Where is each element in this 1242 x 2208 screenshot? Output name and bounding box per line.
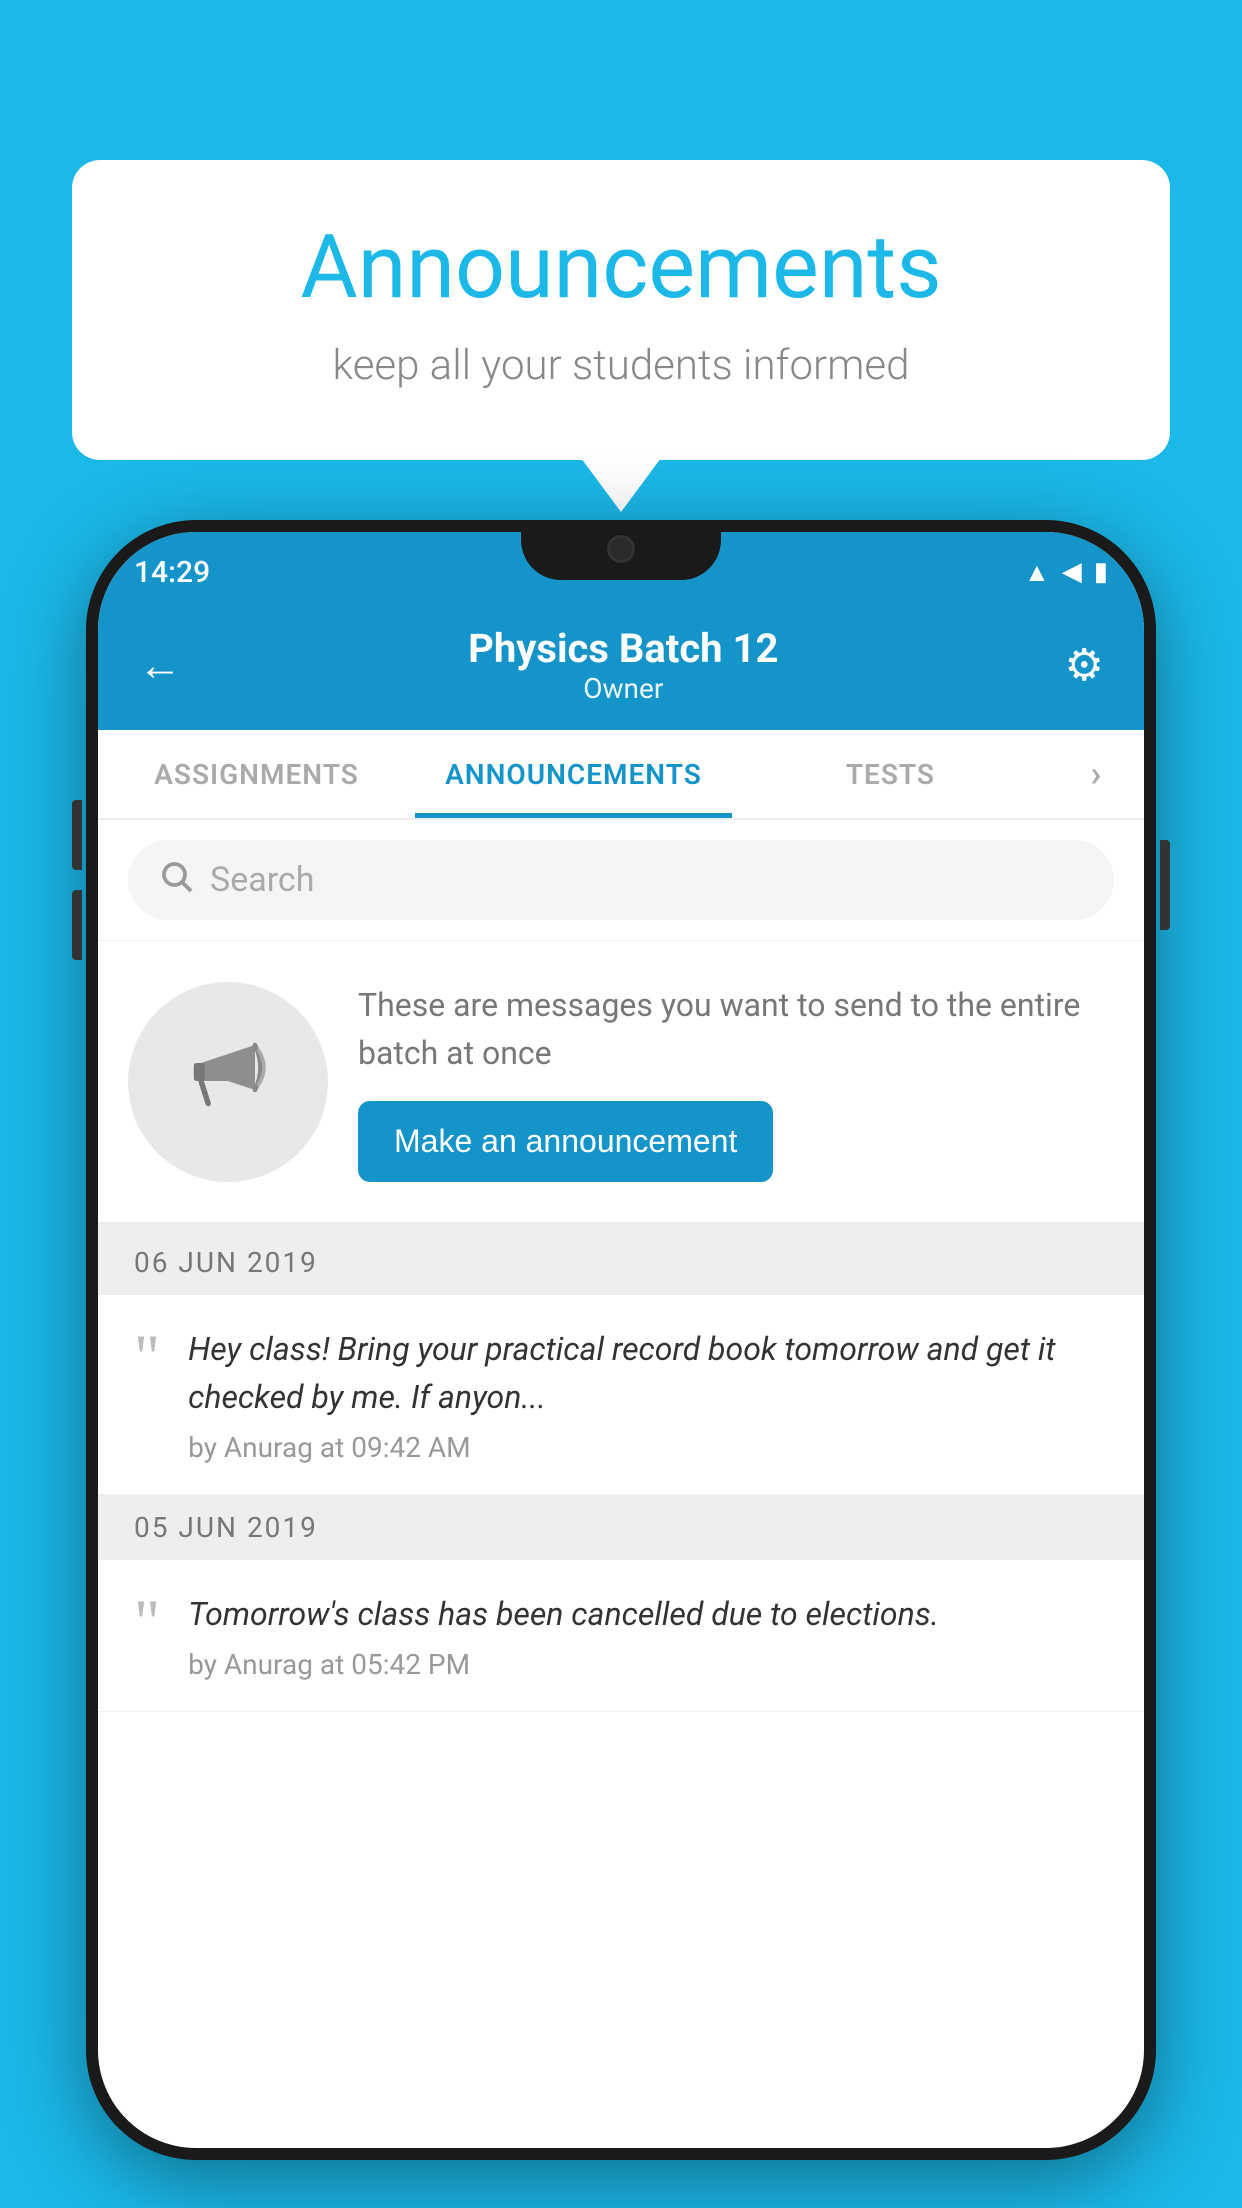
- phone-shell: 14:29 ▲ ◀ ▮ ← Physics Batch 12 Owner ⚙: [86, 520, 1156, 2160]
- megaphone-icon: [183, 1027, 273, 1137]
- search-box[interactable]: Search: [128, 840, 1114, 920]
- quote-icon-2: ": [134, 1596, 160, 1647]
- settings-button[interactable]: ⚙: [1065, 639, 1104, 691]
- search-placeholder: Search: [210, 860, 314, 900]
- promo-icon-circle: [128, 982, 328, 1182]
- quote-icon-1: ": [134, 1331, 160, 1382]
- search-icon: [158, 858, 194, 903]
- bubble-subtitle: keep all your students informed: [152, 341, 1090, 390]
- make-announcement-button[interactable]: Make an announcement: [358, 1101, 773, 1182]
- tab-tests[interactable]: TESTS: [732, 730, 1049, 818]
- front-camera: [607, 535, 635, 563]
- back-button[interactable]: ←: [138, 639, 182, 691]
- speech-bubble: Announcements keep all your students inf…: [72, 160, 1170, 460]
- announcement-content-2: Tomorrow's class has been cancelled due …: [188, 1590, 1108, 1681]
- signal-icon: ◀: [1062, 557, 1082, 587]
- wifi-icon: ▲: [1024, 557, 1050, 588]
- tab-more[interactable]: ›: [1049, 730, 1144, 818]
- header-title: Physics Batch 12: [182, 625, 1065, 672]
- tab-announcements[interactable]: ANNOUNCEMENTS: [415, 730, 732, 818]
- announcement-item-1[interactable]: " Hey class! Bring your practical record…: [98, 1295, 1144, 1495]
- announcement-content-1: Hey class! Bring your practical record b…: [188, 1325, 1108, 1464]
- announcement-meta-1: by Anurag at 09:42 AM: [188, 1431, 1108, 1464]
- search-container: Search: [98, 820, 1144, 941]
- bubble-title: Announcements: [152, 220, 1090, 317]
- announcement-meta-2: by Anurag at 05:42 PM: [188, 1648, 1108, 1681]
- status-icons: ▲ ◀ ▮: [1024, 557, 1108, 588]
- phone-wrapper: 14:29 ▲ ◀ ▮ ← Physics Batch 12 Owner ⚙: [86, 520, 1156, 2160]
- phone-screen: 14:29 ▲ ◀ ▮ ← Physics Batch 12 Owner ⚙: [98, 532, 1144, 2148]
- announcement-text-2: Tomorrow's class has been cancelled due …: [188, 1590, 1108, 1638]
- volume-down-button: [72, 890, 82, 960]
- date-separator-2: 05 JUN 2019: [98, 1495, 1144, 1560]
- status-time: 14:29: [134, 555, 210, 590]
- power-button: [1160, 840, 1170, 930]
- announcement-text-1: Hey class! Bring your practical record b…: [188, 1325, 1108, 1421]
- header-subtitle: Owner: [182, 672, 1065, 705]
- app-header: ← Physics Batch 12 Owner ⚙: [98, 600, 1144, 730]
- promo-description: These are messages you want to send to t…: [358, 981, 1114, 1077]
- tabs-bar: ASSIGNMENTS ANNOUNCEMENTS TESTS ›: [98, 730, 1144, 820]
- volume-up-button: [72, 800, 82, 870]
- tab-assignments[interactable]: ASSIGNMENTS: [98, 730, 415, 818]
- announcement-item-2[interactable]: " Tomorrow's class has been cancelled du…: [98, 1560, 1144, 1712]
- header-center: Physics Batch 12 Owner: [182, 625, 1065, 705]
- phone-notch: [521, 520, 721, 580]
- date-separator-1: 06 JUN 2019: [98, 1230, 1144, 1295]
- promo-section: These are messages you want to send to t…: [98, 941, 1144, 1230]
- battery-icon: ▮: [1094, 557, 1108, 587]
- promo-content: These are messages you want to send to t…: [358, 981, 1114, 1182]
